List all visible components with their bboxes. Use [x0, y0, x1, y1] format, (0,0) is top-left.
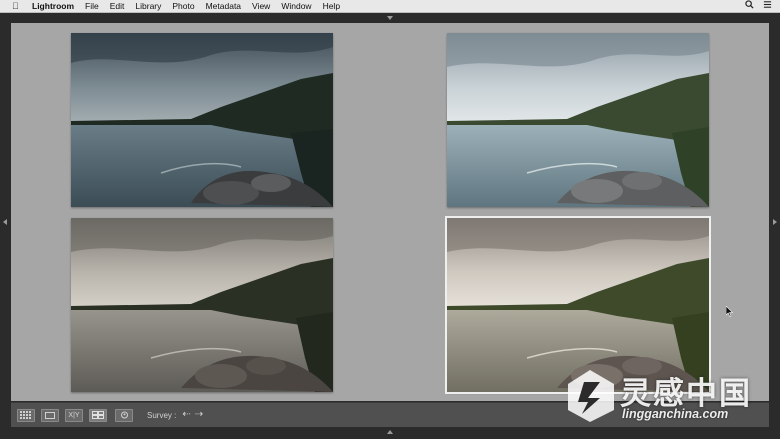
menu-bar:  Lightroom File Edit Library Photo Meta…: [0, 0, 780, 13]
menu-help[interactable]: Help: [323, 0, 340, 12]
people-view-button[interactable]: [115, 408, 133, 422]
menu-file[interactable]: File: [85, 0, 99, 12]
menu-window[interactable]: Window: [281, 0, 311, 12]
menu-metadata[interactable]: Metadata: [206, 0, 241, 12]
apple-icon[interactable]: : [12, 0, 22, 12]
survey-photo-1[interactable]: [71, 33, 333, 207]
survey-photo-3[interactable]: [71, 218, 333, 392]
bottom-panel-toggle-icon[interactable]: [387, 430, 393, 434]
menu-photo[interactable]: Photo: [172, 0, 194, 12]
photo-thumbnail: [71, 33, 333, 207]
compare-label: X|Y: [68, 411, 80, 419]
top-panel-toggle-icon[interactable]: [387, 16, 393, 20]
watermark: 灵感中国 lingganchina.com: [562, 364, 774, 430]
previous-arrow-icon[interactable]: ⇠: [182, 410, 190, 420]
people-icon: [120, 411, 128, 419]
survey-photo-2[interactable]: [447, 33, 709, 207]
top-panel-edge: [0, 13, 780, 23]
survey-view-button[interactable]: [89, 408, 107, 422]
menu-edit[interactable]: Edit: [110, 0, 125, 12]
loupe-icon: [45, 411, 55, 419]
photo-thumbnail: [447, 33, 709, 207]
grid-icon: [20, 411, 31, 419]
survey-icon: [92, 411, 104, 419]
loupe-view-button[interactable]: [41, 408, 59, 422]
menu-view[interactable]: View: [252, 0, 270, 12]
grid-view-button[interactable]: [17, 408, 35, 422]
watermark-url: lingganchina.com: [622, 407, 729, 421]
survey-view-area: [11, 23, 769, 401]
next-arrow-icon[interactable]: ⇢: [195, 410, 203, 420]
watermark-logo-icon: [568, 370, 614, 422]
survey-label: Survey :: [147, 410, 177, 420]
left-panel-toggle-icon[interactable]: [3, 219, 7, 225]
menu-list-icon[interactable]: [763, 0, 772, 9]
menu-app-lightroom[interactable]: Lightroom: [32, 0, 74, 12]
photo-thumbnail: [71, 218, 333, 392]
menu-library[interactable]: Library: [135, 0, 161, 12]
right-panel-toggle-icon[interactable]: [773, 219, 777, 225]
search-icon[interactable]: [745, 0, 754, 9]
compare-view-button[interactable]: X|Y: [65, 408, 83, 422]
mouse-cursor-icon: [726, 306, 734, 317]
